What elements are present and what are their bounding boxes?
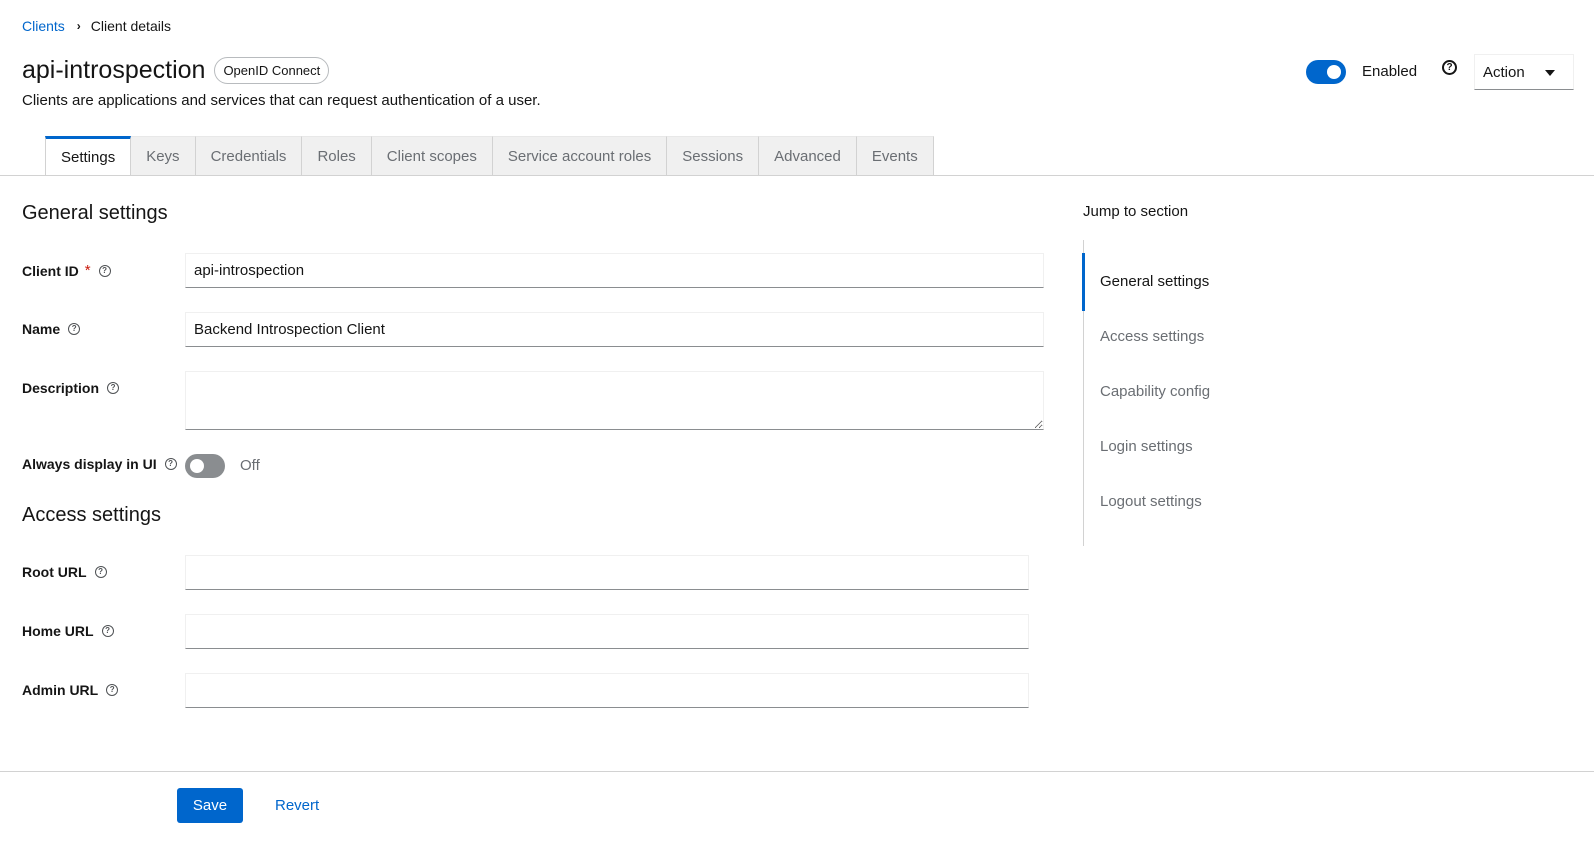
tab-events[interactable]: Events bbox=[856, 136, 934, 175]
help-circle-icon[interactable]: ? bbox=[164, 458, 177, 470]
always-display-label: Always display in UI bbox=[22, 456, 157, 472]
breadcrumb: Clients › Client details bbox=[22, 18, 171, 34]
root-url-input[interactable] bbox=[185, 555, 1029, 590]
tab-client-scopes[interactable]: Client scopes bbox=[371, 136, 493, 175]
jump-link-capability-config[interactable]: Capability config bbox=[1084, 376, 1210, 408]
name-input[interactable] bbox=[185, 312, 1044, 347]
breadcrumb-clients-link[interactable]: Clients bbox=[22, 18, 65, 34]
help-circle-icon[interactable]: ? bbox=[68, 323, 81, 335]
enabled-label: Enabled bbox=[1362, 63, 1418, 80]
caret-down-icon bbox=[1545, 70, 1555, 76]
footer-divider bbox=[0, 771, 1594, 772]
client-id-label: Client ID bbox=[22, 262, 79, 279]
jump-to-section-nav: General settings Access settings Capabil… bbox=[1082, 240, 1343, 546]
home-url-label-row: Home URL ? bbox=[22, 623, 114, 639]
enabled-toggle[interactable] bbox=[1306, 60, 1346, 84]
root-url-label: Root URL bbox=[22, 564, 87, 580]
header-controls: Enabled ? Action bbox=[1274, 54, 1594, 92]
action-dropdown[interactable]: Action bbox=[1474, 54, 1574, 90]
tab-service-account-roles[interactable]: Service account roles bbox=[492, 136, 668, 175]
general-settings-heading: General settings bbox=[22, 202, 168, 224]
description-label: Description bbox=[22, 380, 100, 396]
help-circle-icon[interactable]: ? bbox=[107, 382, 120, 394]
help-circle-icon[interactable]: ? bbox=[106, 684, 119, 696]
root-url-label-row: Root URL ? bbox=[22, 564, 107, 580]
home-url-input[interactable] bbox=[185, 614, 1029, 649]
help-circle-icon[interactable]: ? bbox=[98, 264, 111, 277]
toggle-knob bbox=[190, 459, 204, 473]
breadcrumb-current: Client details bbox=[90, 18, 171, 34]
name-label-row: Name ? bbox=[22, 321, 81, 337]
admin-url-input[interactable] bbox=[185, 673, 1029, 708]
page-subtitle: Clients are applications and services th… bbox=[22, 92, 541, 109]
tab-settings[interactable]: Settings bbox=[45, 136, 132, 175]
tab-credentials[interactable]: Credentials bbox=[195, 136, 303, 175]
tab-roles[interactable]: Roles bbox=[302, 136, 372, 175]
access-settings-heading: Access settings bbox=[22, 504, 161, 526]
client-id-label-row: Client ID * ? bbox=[22, 262, 111, 279]
page-header: api-introspection OpenID Connect bbox=[22, 56, 330, 85]
tab-keys[interactable]: Keys bbox=[131, 136, 196, 175]
always-display-state: Off bbox=[240, 457, 260, 474]
save-button[interactable]: Save bbox=[177, 788, 243, 823]
description-label-row: Description ? bbox=[22, 380, 120, 396]
home-url-label: Home URL bbox=[22, 623, 94, 639]
tab-sessions[interactable]: Sessions bbox=[667, 136, 760, 175]
jump-link-access-settings[interactable]: Access settings bbox=[1084, 321, 1204, 353]
always-display-label-row: Always display in UI ? bbox=[22, 456, 177, 472]
tab-bar: Settings Keys Credentials Roles Client s… bbox=[45, 136, 934, 175]
description-textarea[interactable] bbox=[185, 371, 1044, 430]
always-display-toggle[interactable] bbox=[185, 454, 225, 478]
toggle-knob bbox=[1327, 65, 1341, 79]
jump-to-section-title: Jump to section bbox=[1083, 203, 1189, 220]
admin-url-label-row: Admin URL ? bbox=[22, 682, 119, 698]
client-id-input[interactable] bbox=[185, 253, 1044, 288]
help-circle-icon[interactable]: ? bbox=[1442, 60, 1457, 75]
tab-divider bbox=[0, 175, 1594, 176]
chevron-right-icon: › bbox=[76, 19, 81, 33]
help-circle-icon[interactable]: ? bbox=[94, 566, 107, 578]
help-circle-icon[interactable]: ? bbox=[101, 625, 114, 637]
jump-link-login-settings[interactable]: Login settings bbox=[1084, 431, 1193, 463]
admin-url-label: Admin URL bbox=[22, 682, 99, 698]
revert-button[interactable]: Revert bbox=[263, 788, 331, 823]
jump-link-logout-settings[interactable]: Logout settings bbox=[1084, 486, 1202, 518]
required-marker: * bbox=[84, 262, 91, 279]
page-title: api-introspection bbox=[22, 56, 206, 84]
jump-link-general-settings[interactable]: General settings bbox=[1082, 253, 1209, 311]
tab-advanced[interactable]: Advanced bbox=[759, 136, 857, 175]
protocol-badge: OpenID Connect bbox=[214, 57, 330, 84]
action-dropdown-label: Action bbox=[1483, 64, 1525, 81]
name-label: Name bbox=[22, 321, 61, 337]
